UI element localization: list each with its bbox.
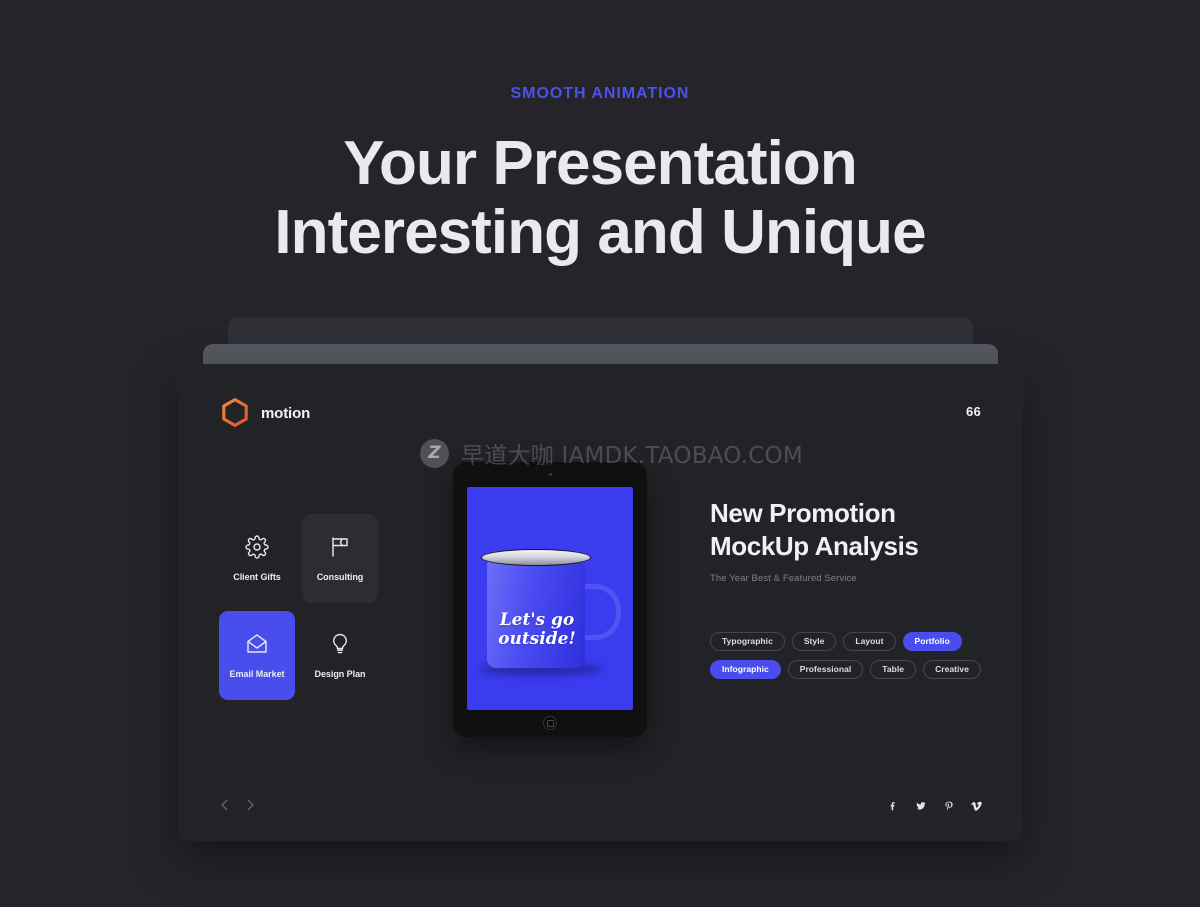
mug-caption-line-1: Let's go (499, 610, 575, 631)
slide-card[interactable]: motion 66 Client Gifts Consulting Email … (178, 364, 1023, 841)
lightbulb-icon (328, 632, 352, 656)
feature-tile-consulting[interactable]: Consulting (302, 514, 378, 603)
tablet-screen: Let's go outside! (467, 487, 633, 710)
twitter-icon[interactable] (915, 799, 927, 813)
feature-tiles: Client Gifts Consulting Email Market Des… (219, 514, 401, 700)
gear-icon (245, 535, 269, 559)
feature-tile-row-1: Client Gifts Consulting (219, 514, 401, 603)
feature-tile-label: Email Market (229, 669, 285, 679)
tag-row-2: Infographic Professional Table Creative (710, 659, 1000, 679)
slide-navigation (218, 797, 257, 813)
tablet-device-mockup: Let's go outside! (453, 462, 647, 737)
brand-logo[interactable]: motion (220, 397, 310, 429)
mug-caption-line-2: outside! (498, 628, 576, 649)
feature-tile-design-plan[interactable]: Design Plan (302, 611, 378, 700)
envelope-icon (245, 632, 269, 656)
feature-tile-label: Client Gifts (233, 572, 281, 582)
slide-title-line-2: MockUp Analysis (710, 531, 919, 562)
slide-content: New Promotion MockUp Analysis The Year B… (710, 497, 1000, 679)
tag-professional[interactable]: Professional (787, 659, 864, 679)
hexagon-outline-icon (220, 397, 250, 429)
tag-typographic[interactable]: Typographic (710, 631, 785, 651)
hero-heading-block: SMOOTH ANIMATION Your Presentation Inter… (0, 86, 1200, 268)
feature-tile-label: Design Plan (314, 669, 366, 679)
pinterest-icon[interactable] (943, 799, 955, 813)
hero-title-line-1: Your Presentation (343, 129, 858, 198)
slide-header: motion 66 (220, 397, 981, 429)
feature-tile-label: Consulting (316, 572, 364, 582)
chevron-right-icon[interactable] (243, 797, 257, 813)
tag-creative[interactable]: Creative (923, 659, 981, 679)
hero-title-line-2: Interesting and Unique (274, 197, 926, 267)
tag-infographic[interactable]: Infographic (710, 659, 781, 679)
page-title: Your Presentation Interesting and Unique (0, 129, 1200, 268)
slide-title: New Promotion MockUp Analysis (710, 497, 1000, 564)
tag-layout[interactable]: Layout (843, 631, 896, 651)
slide-title-line-1: New Promotion (710, 498, 896, 528)
mug-rim (481, 549, 591, 566)
brand-name: motion (261, 404, 311, 422)
facebook-icon[interactable] (887, 799, 899, 813)
tag-table[interactable]: Table (870, 659, 917, 679)
home-button-icon (543, 716, 557, 730)
chevron-left-icon[interactable] (218, 797, 232, 813)
tag-row-1: Typographic Style Layout Portfolio (710, 631, 1000, 651)
slide-page-number: 66 (966, 404, 981, 419)
social-links (887, 799, 983, 813)
tag-list: Typographic Style Layout Portfolio Infog… (710, 631, 1000, 679)
feature-tile-row-2: Email Market Design Plan (219, 611, 401, 700)
tag-portfolio[interactable]: Portfolio (902, 631, 962, 651)
camera-dot-icon (548, 473, 552, 476)
feature-tile-client-gifts[interactable]: Client Gifts (219, 514, 295, 603)
feature-tile-email-market[interactable]: Email Market (219, 611, 295, 700)
tag-style[interactable]: Style (791, 631, 837, 651)
hero-eyebrow: SMOOTH ANIMATION (510, 85, 690, 102)
mug-caption: Let's go outside! (493, 611, 581, 648)
slide-subtitle: The Year Best & Featured Service (710, 572, 857, 584)
flag-icon (328, 535, 352, 559)
vimeo-icon[interactable] (971, 799, 983, 813)
